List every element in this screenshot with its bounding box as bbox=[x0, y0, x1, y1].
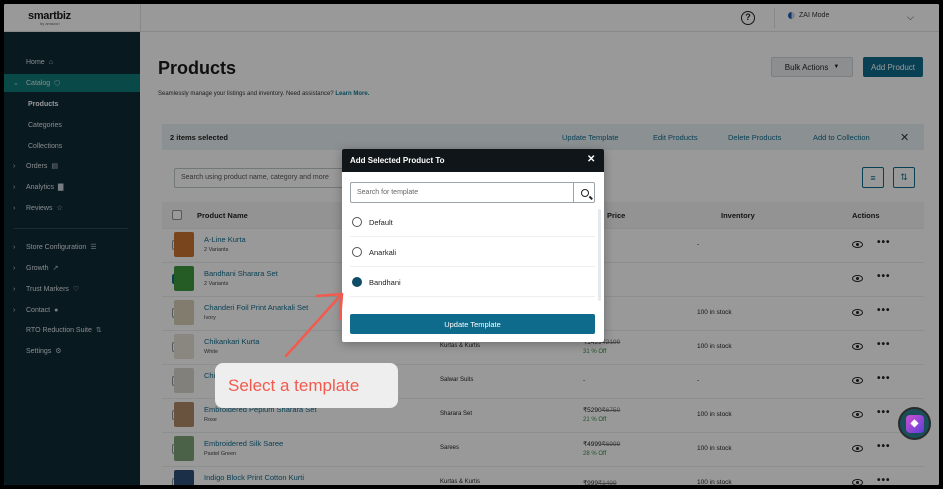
radio-button-selected[interactable] bbox=[352, 277, 362, 287]
template-option-bandhani[interactable]: Bandhani bbox=[350, 268, 595, 297]
annotation-callout: Select a template bbox=[215, 363, 398, 408]
search-icon bbox=[580, 188, 589, 197]
callout-text: Select a template bbox=[228, 376, 360, 395]
template-option-label: Anarkali bbox=[369, 248, 397, 257]
template-option-label: Default bbox=[369, 218, 393, 227]
template-search-placeholder: Search for template bbox=[357, 189, 419, 196]
update-template-button[interactable]: Update Template bbox=[350, 314, 595, 334]
template-option-label: Bandhani bbox=[369, 278, 401, 287]
modal-title: Add Selected Product To bbox=[350, 156, 445, 165]
modal-header: Add Selected Product To ✕ bbox=[342, 149, 604, 172]
template-option-anarkali[interactable]: Anarkali bbox=[350, 238, 595, 267]
app-window: smartbiz by amazon ? ZAI Mode ⌵ Home ⌂ ⌄ … bbox=[4, 4, 939, 485]
radio-button[interactable] bbox=[352, 247, 362, 257]
search-button[interactable] bbox=[573, 183, 595, 202]
add-to-template-modal: Add Selected Product To ✕ Search for tem… bbox=[342, 149, 604, 342]
assistant-logo-icon: ◆ bbox=[905, 414, 924, 433]
close-icon[interactable]: ✕ bbox=[587, 154, 595, 165]
template-option-default[interactable]: Default bbox=[350, 208, 595, 237]
radio-button[interactable] bbox=[352, 217, 362, 227]
template-search-field[interactable]: Search for template bbox=[350, 182, 595, 203]
scrollbar[interactable] bbox=[598, 209, 601, 301]
assistant-chat-button[interactable]: ◆ bbox=[898, 407, 931, 440]
